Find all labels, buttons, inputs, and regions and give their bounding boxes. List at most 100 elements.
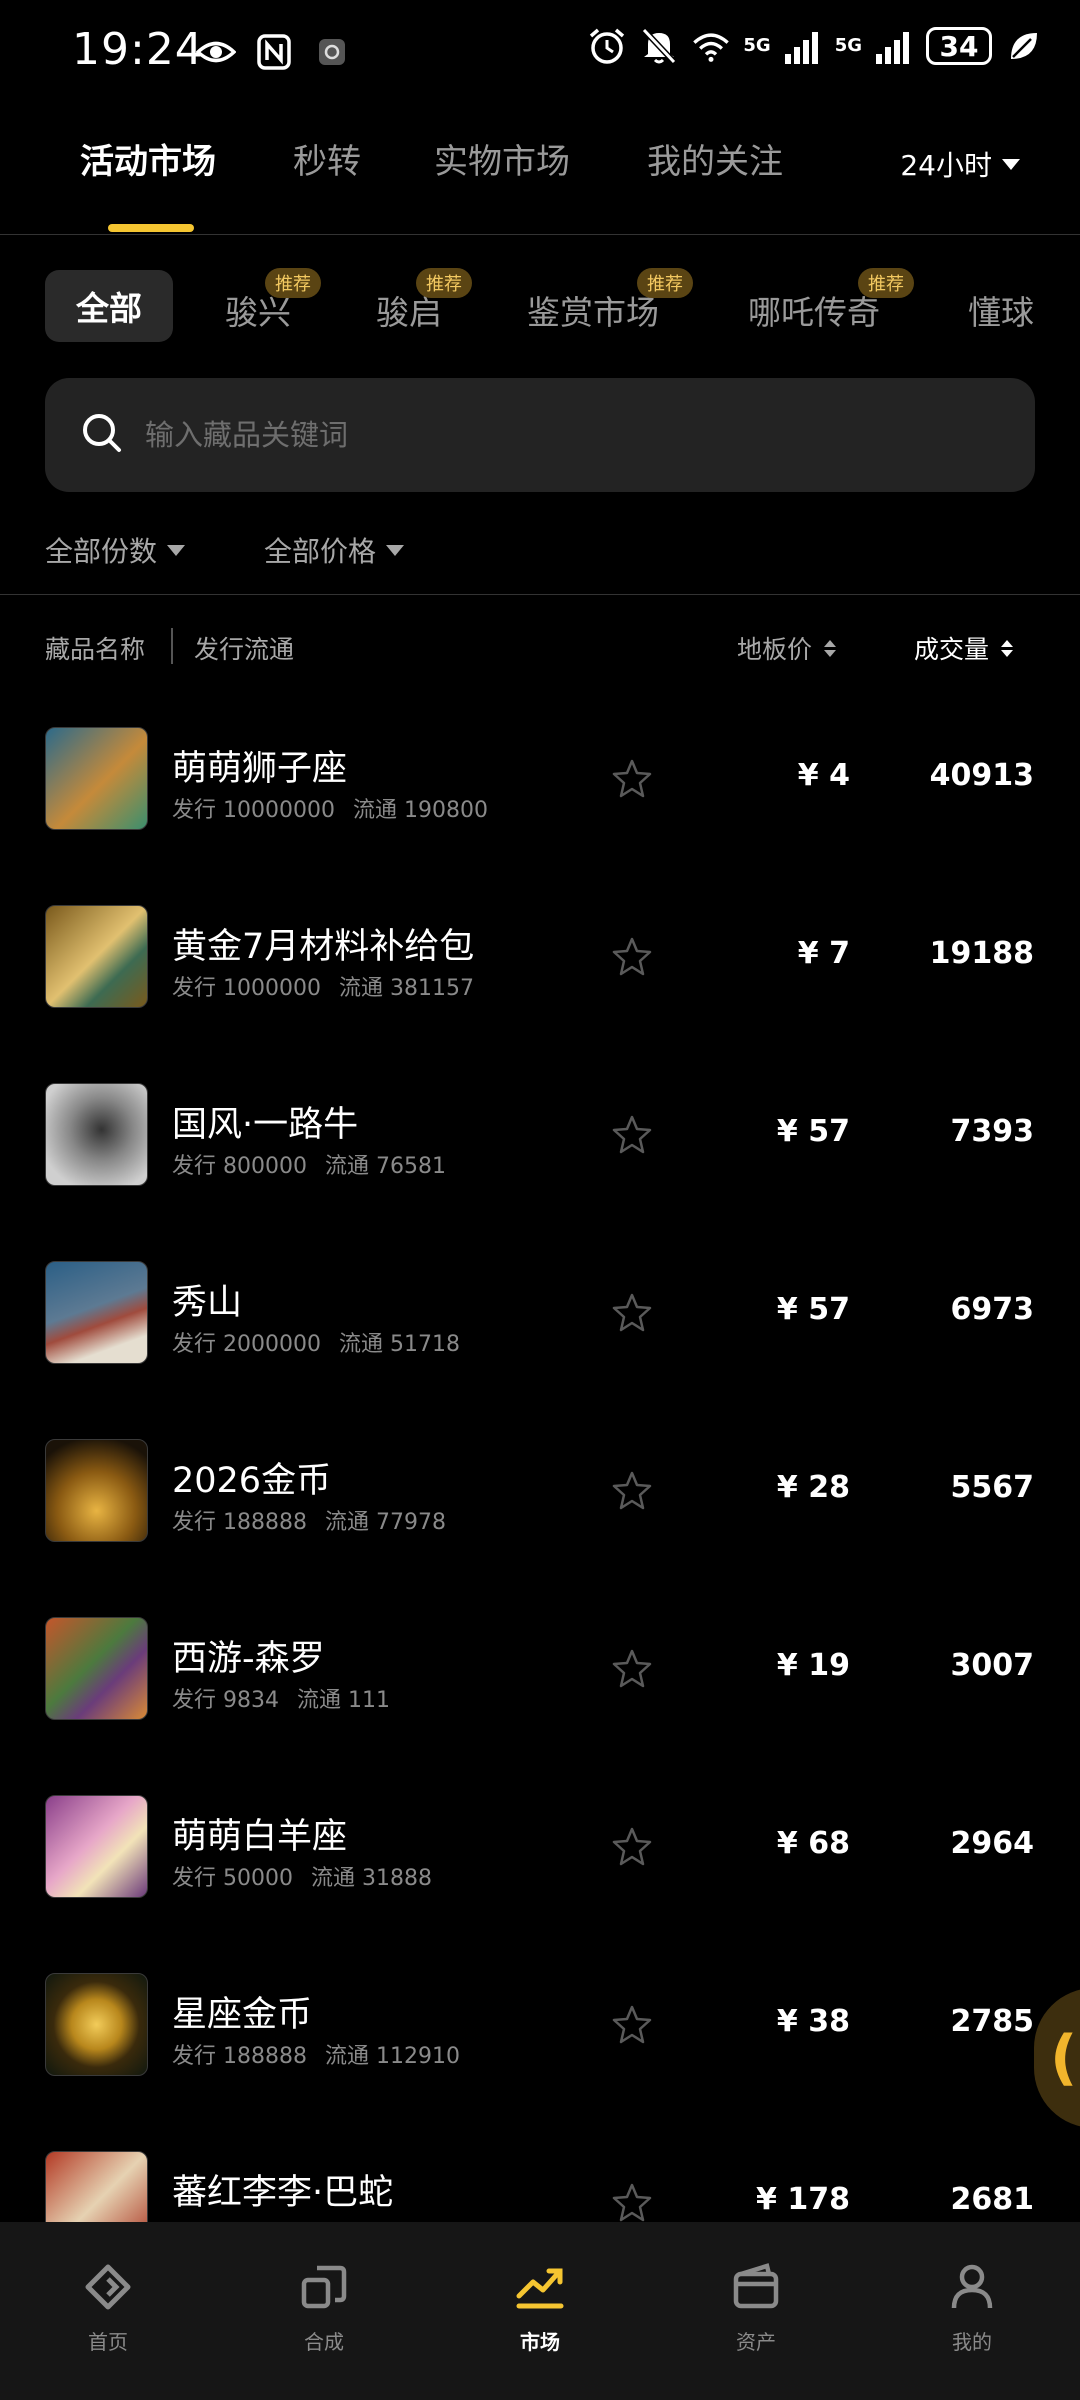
active-tab-indicator	[108, 224, 194, 232]
item-thumbnail	[45, 1973, 148, 2076]
item-name: 黄金7月材料补给包	[172, 927, 475, 967]
search-bar[interactable]	[45, 378, 1035, 492]
star-icon[interactable]	[612, 1114, 652, 1154]
leaf-icon	[1004, 26, 1044, 66]
nav-synthesize[interactable]: 合成	[264, 2262, 384, 2355]
category-junxing[interactable]: 推荐 骏兴	[225, 268, 321, 334]
period-label: 24小时	[900, 149, 992, 182]
item-issue: 发行 10000000	[172, 798, 335, 823]
column-headers: 藏品名称 发行流通 地板价 成交量	[0, 620, 1080, 680]
column-circulation: 发行流通	[194, 635, 295, 664]
nav-label: 市场	[520, 2330, 560, 2354]
item-thumbnail	[45, 727, 148, 830]
star-icon[interactable]	[612, 1648, 652, 1688]
item-floor-price: ¥ 57	[776, 1292, 850, 1327]
network-label-1: 5G	[743, 35, 771, 56]
item-supply: 发行 10000000 流通 190800	[172, 792, 488, 824]
list-item[interactable]: 国风·一路牛 发行 800000 流通 76581 ¥ 57 7393	[0, 1056, 1080, 1234]
item-name: 萌萌白羊座	[172, 1817, 348, 1857]
signal-icon	[874, 26, 914, 66]
item-volume: 2785	[950, 2004, 1035, 2039]
list-item[interactable]: 萌萌狮子座 发行 10000000 流通 190800 ¥ 4 40913	[0, 700, 1080, 878]
item-floor-price: ¥ 28	[776, 1470, 850, 1505]
column-name: 藏品名称	[45, 635, 146, 664]
item-thumbnail	[45, 1795, 148, 1898]
item-circulation: 流通 381157	[338, 976, 474, 1001]
sort-volume[interactable]: 成交量	[914, 630, 1014, 666]
quantity-filter-label: 全部份数	[45, 535, 158, 568]
list-item[interactable]: 萌萌白羊座 发行 50000 流通 31888 ¥ 68 2964	[0, 1768, 1080, 1946]
chevron-down-icon	[167, 544, 186, 556]
list-item[interactable]: 西游-森罗 发行 9834 流通 111 ¥ 19 3007	[0, 1590, 1080, 1768]
battery-indicator: 34	[926, 27, 992, 65]
list-item[interactable]: 蕃红李李·巴蛇 ¥ 178 2681	[0, 2124, 1080, 2222]
list-item[interactable]: 2026金币 发行 188888 流通 77978 ¥ 28 5567	[0, 1412, 1080, 1590]
item-circulation: 流通 112910	[324, 2044, 460, 2069]
item-volume: 6973	[950, 1292, 1035, 1327]
period-selector[interactable]: 24小时	[900, 144, 1020, 184]
tab-instant-transfer[interactable]: 秒转	[293, 134, 361, 183]
sort-floor-price[interactable]: 地板价	[737, 630, 837, 666]
item-floor-price: ¥ 68	[776, 1826, 850, 1861]
item-name: 秀山	[172, 1283, 243, 1323]
floating-bubble-icon: (	[1050, 2023, 1078, 2093]
item-supply: 发行 188888 流通 77978	[172, 1504, 446, 1536]
tab-physical-market[interactable]: 实物市场	[434, 134, 570, 183]
item-thumbnail	[45, 1617, 148, 1720]
star-icon[interactable]	[612, 758, 652, 798]
item-name: 国风·一路牛	[172, 1105, 359, 1145]
category-bar: 全部 推荐 骏兴 推荐 骏启 推荐 鉴赏市场 推荐 哪吒传奇 懂球	[0, 248, 1080, 358]
item-issue: 发行 2000000	[172, 1332, 321, 1357]
list-item[interactable]: 秀山 发行 2000000 流通 51718 ¥ 57 6973	[0, 1234, 1080, 1412]
nav-label: 资产	[736, 2330, 776, 2354]
nav-profile[interactable]: 我的	[912, 2262, 1032, 2355]
status-bar: 19:24 5G 5G 34	[0, 0, 1080, 100]
collectible-list: 萌萌狮子座 发行 10000000 流通 190800 ¥ 4 40913 黄金7…	[0, 700, 1080, 2222]
star-icon[interactable]	[612, 1470, 652, 1510]
item-volume: 2681	[950, 2182, 1035, 2217]
star-icon[interactable]	[612, 1292, 652, 1332]
quantity-filter[interactable]: 全部份数	[45, 530, 186, 570]
item-volume: 2964	[950, 1826, 1035, 1861]
category-appreciation-market[interactable]: 推荐 鉴赏市场	[527, 268, 693, 334]
bottom-navigation: 首页 合成 市场 资产 我的	[0, 2222, 1080, 2400]
search-input[interactable]	[145, 418, 945, 452]
nav-market[interactable]: 市场	[480, 2262, 600, 2355]
star-icon[interactable]	[612, 2004, 652, 2044]
category-dongqiu[interactable]: 懂球	[968, 270, 1034, 334]
item-issue: 发行 1000000	[172, 976, 321, 1001]
mute-icon	[639, 26, 679, 66]
item-name: 西游-森罗	[172, 1639, 325, 1679]
item-volume: 5567	[950, 1470, 1035, 1505]
list-item[interactable]: 星座金币 发行 188888 流通 112910 ¥ 38 2785	[0, 1946, 1080, 2124]
category-junqi[interactable]: 推荐 骏启	[376, 268, 472, 334]
item-floor-price: ¥ 178	[756, 2182, 850, 2217]
recommend-badge: 推荐	[637, 268, 693, 298]
column-divider	[171, 628, 173, 664]
eye-icon	[196, 32, 236, 72]
star-icon[interactable]	[612, 1826, 652, 1866]
item-supply: 发行 188888 流通 112910	[172, 2038, 460, 2070]
list-item[interactable]: 黄金7月材料补给包 发行 1000000 流通 381157 ¥ 7 19188	[0, 878, 1080, 1056]
tab-my-watchlist[interactable]: 我的关注	[647, 134, 783, 183]
star-icon[interactable]	[612, 2182, 652, 2222]
item-floor-price: ¥ 4	[797, 758, 850, 793]
category-all[interactable]: 全部	[45, 270, 173, 342]
item-supply: 发行 1000000 流通 381157	[172, 970, 474, 1002]
nav-home[interactable]: 首页	[48, 2262, 168, 2355]
item-thumbnail	[45, 2151, 148, 2222]
star-icon[interactable]	[612, 936, 652, 976]
tab-activity-market[interactable]: 活动市场	[80, 134, 216, 183]
item-issue: 发行 188888	[172, 2044, 307, 2069]
category-nezha-legend[interactable]: 推荐 哪吒传奇	[748, 268, 914, 334]
item-volume: 19188	[929, 936, 1034, 971]
price-filter[interactable]: 全部价格	[264, 530, 405, 570]
item-floor-price: ¥ 19	[776, 1648, 850, 1683]
nav-assets[interactable]: 资产	[696, 2262, 816, 2355]
item-thumbnail	[45, 1083, 148, 1186]
search-icon	[81, 412, 123, 458]
item-name: 萌萌狮子座	[172, 749, 348, 789]
nav-label: 合成	[304, 2330, 344, 2354]
signal-icon	[783, 26, 823, 66]
item-issue: 发行 50000	[172, 1866, 293, 1891]
